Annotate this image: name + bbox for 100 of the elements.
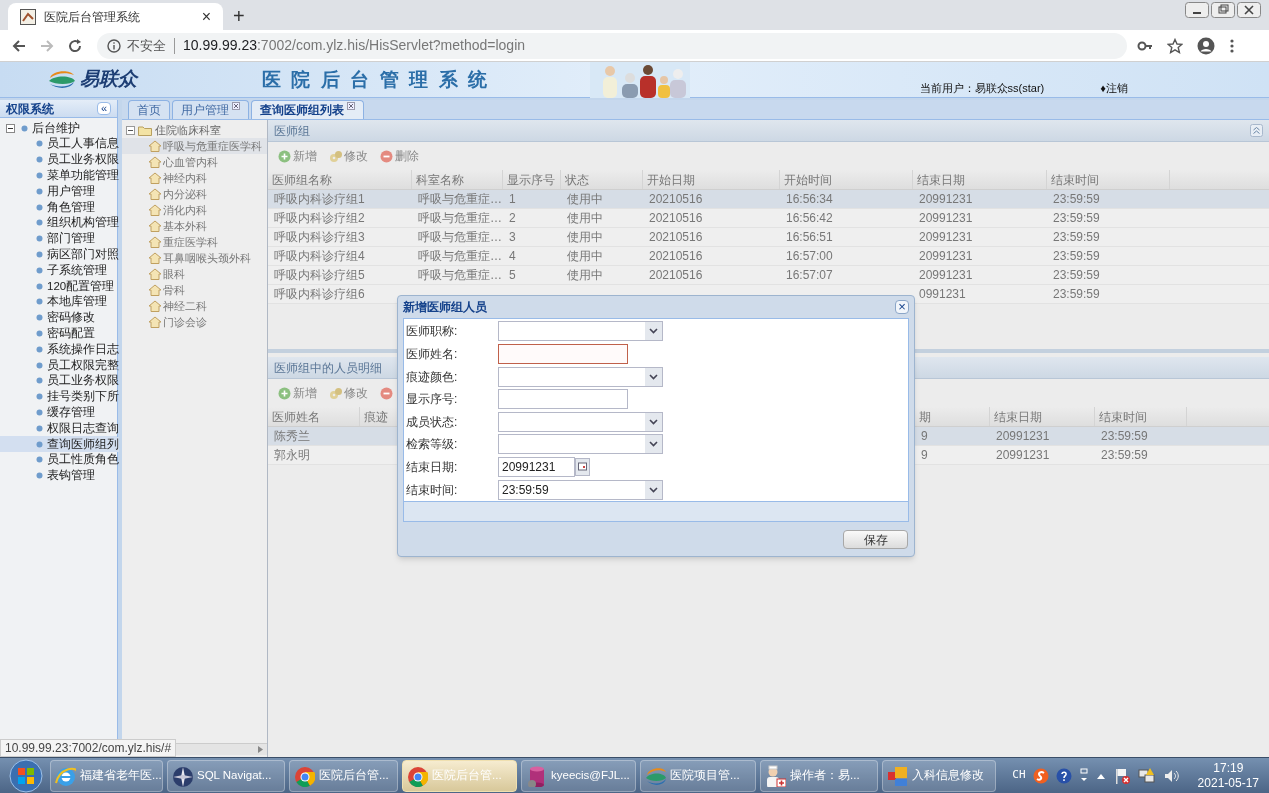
column-header[interactable]: 医师姓名 (268, 407, 360, 426)
tree-item[interactable]: 密码修改 (47, 310, 95, 326)
tree-item[interactable]: 病区部门对照 (47, 246, 119, 262)
logout-link[interactable]: ♦注销 (1100, 79, 1128, 96)
tree-item[interactable]: 重症医学科 (163, 233, 218, 251)
taskbar-button[interactable]: 操作者：易... (760, 759, 878, 792)
tree-item[interactable]: 员工人事信息 (47, 136, 119, 152)
back-icon[interactable] (11, 37, 27, 54)
minus-box-icon[interactable] (6, 123, 15, 133)
dropdown-field[interactable]: 23:59:59 (498, 479, 663, 500)
browser-tab[interactable]: 医院后台管理系统 × (8, 3, 223, 30)
column-header[interactable]: 开始日期 (643, 170, 780, 189)
tree-item[interactable]: 部门管理 (47, 231, 95, 247)
input-field[interactable] (498, 389, 628, 410)
tab[interactable]: 首页 (128, 100, 170, 119)
tree-item[interactable]: 神经内科 (163, 169, 207, 187)
tree-item[interactable]: 基本外科 (163, 217, 207, 235)
taskbar-button[interactable]: 医院项目管... (640, 759, 756, 792)
tree-item[interactable]: 菜单功能管理 (47, 168, 119, 183)
toolbar-button[interactable]: 修改 (329, 384, 368, 402)
close-icon[interactable] (347, 102, 355, 110)
language-indicator[interactable]: CH (1012, 767, 1026, 784)
minus-circle-icon[interactable] (380, 149, 393, 163)
column-header[interactable]: 结束日期 (990, 407, 1095, 426)
tree-item[interactable]: 角色管理 (47, 199, 95, 215)
tree-item[interactable]: 120配置管理 (47, 278, 115, 294)
toolbar-button[interactable]: 删除 (380, 147, 419, 165)
tree-item[interactable]: 耳鼻咽喉头颈外科 (163, 249, 251, 267)
tree-item[interactable]: 子系统管理 (47, 262, 107, 278)
ime-icon[interactable] (1032, 767, 1049, 784)
tree-item[interactable]: 消化内科 (163, 201, 207, 219)
tree-item[interactable]: 挂号类别下所 (47, 389, 119, 405)
tree-item[interactable]: 权限日志查询 (47, 420, 119, 436)
restore-icon[interactable] (1211, 2, 1235, 18)
taskbar-button[interactable]: 入科信息修改 (882, 759, 996, 792)
minus-circle-icon[interactable] (380, 386, 393, 400)
toolbar-button[interactable]: 新增 (278, 384, 317, 402)
save-button[interactable]: 保存 (843, 529, 908, 549)
help-icon[interactable] (1055, 767, 1072, 784)
taskbar-button[interactable]: SQL Navigat... (167, 759, 285, 792)
tab[interactable]: 用户管理 (172, 100, 249, 119)
address-bar[interactable]: 不安全 10.99.99.23:7002/com.ylz.his/HisServlet?method=login (97, 32, 1127, 59)
column-header[interactable]: 显示序号 (503, 170, 561, 189)
close-window-icon[interactable] (1237, 2, 1261, 18)
arrow-right-icon[interactable] (258, 746, 263, 753)
input-field[interactable] (498, 343, 628, 364)
tree-item[interactable]: 表钩管理 (47, 468, 95, 484)
tree-item[interactable]: 本地库管理 (47, 294, 107, 310)
tree-item[interactable]: 员工权限完整 (47, 357, 119, 373)
column-header[interactable]: 结束时间 (1047, 170, 1170, 189)
date-field[interactable]: 20991231 (498, 457, 575, 478)
dropdown-field[interactable] (498, 411, 663, 432)
tree-item[interactable]: 密码配置 (47, 325, 95, 341)
tree-item[interactable]: 员工性质角色 (47, 452, 119, 468)
taskbar-button[interactable]: kyeecis@FJL... (521, 759, 636, 792)
tab[interactable]: 查询医师组列表 (251, 100, 364, 119)
profile-icon[interactable] (1197, 36, 1215, 55)
star-icon[interactable] (1167, 37, 1183, 54)
reload-icon[interactable] (67, 37, 83, 54)
new-tab-button[interactable]: + (233, 6, 245, 26)
collapse-button[interactable]: « (97, 102, 111, 115)
network-icon[interactable] (1137, 766, 1156, 785)
tree-item[interactable]: 员工业务权限 (47, 373, 119, 389)
tray-small-icon[interactable] (1078, 767, 1089, 784)
dropdown-field[interactable] (498, 434, 663, 455)
close-button[interactable]: × (895, 300, 909, 314)
minus-box-icon[interactable] (126, 126, 135, 135)
tree-item[interactable]: 后台维护 (32, 119, 80, 137)
column-header[interactable]: 结束日期 (913, 170, 1047, 189)
tree-item[interactable]: 门诊会诊 (163, 313, 207, 331)
taskbar-button[interactable]: 医院后台管... (289, 759, 398, 792)
tree-item[interactable]: 内分泌科 (163, 185, 207, 203)
minimize-icon[interactable] (1185, 2, 1209, 18)
tree-item[interactable]: 组织机构管理 (47, 215, 119, 231)
tree-item[interactable]: 查询医师组列 (47, 436, 119, 452)
column-header[interactable]: 开始时间 (780, 170, 913, 189)
tree-item[interactable]: 员工业务权限 (47, 152, 119, 168)
close-icon[interactable] (232, 102, 240, 110)
toolbar-button[interactable]: 新增 (278, 147, 317, 165)
tree-item[interactable]: 住院临床科室 (155, 122, 221, 139)
tree-item[interactable]: 骨科 (163, 281, 185, 299)
close-tab-button[interactable]: × (201, 8, 211, 25)
dropdown-field[interactable] (498, 366, 663, 387)
calendar-icon[interactable] (575, 458, 590, 477)
column-header[interactable]: 状态 (561, 170, 643, 189)
column-header[interactable]: 医师组名称 (268, 170, 412, 189)
column-header[interactable]: 结束时间 (1095, 407, 1187, 426)
menu-icon[interactable] (1229, 37, 1235, 54)
clock-date[interactable]: 2021-05-17 (1197, 775, 1259, 791)
dropdown-field[interactable] (498, 321, 663, 342)
tree-item[interactable]: 神经二科 (163, 297, 207, 315)
tree-item[interactable]: 用户管理 (47, 183, 95, 199)
tree-item[interactable]: 心血管内科 (163, 153, 218, 171)
tree-item[interactable]: 缓存管理 (47, 404, 95, 420)
toolbar-button[interactable]: 修改 (329, 147, 368, 165)
tree-item[interactable]: 眼科 (163, 265, 185, 283)
clock-time[interactable]: 17:19 (1213, 760, 1244, 776)
column-header[interactable]: 科室名称 (412, 170, 503, 189)
taskbar-button[interactable]: 福建省老年医... (50, 759, 163, 792)
tree-item[interactable]: 系统操作日志 (47, 341, 119, 357)
